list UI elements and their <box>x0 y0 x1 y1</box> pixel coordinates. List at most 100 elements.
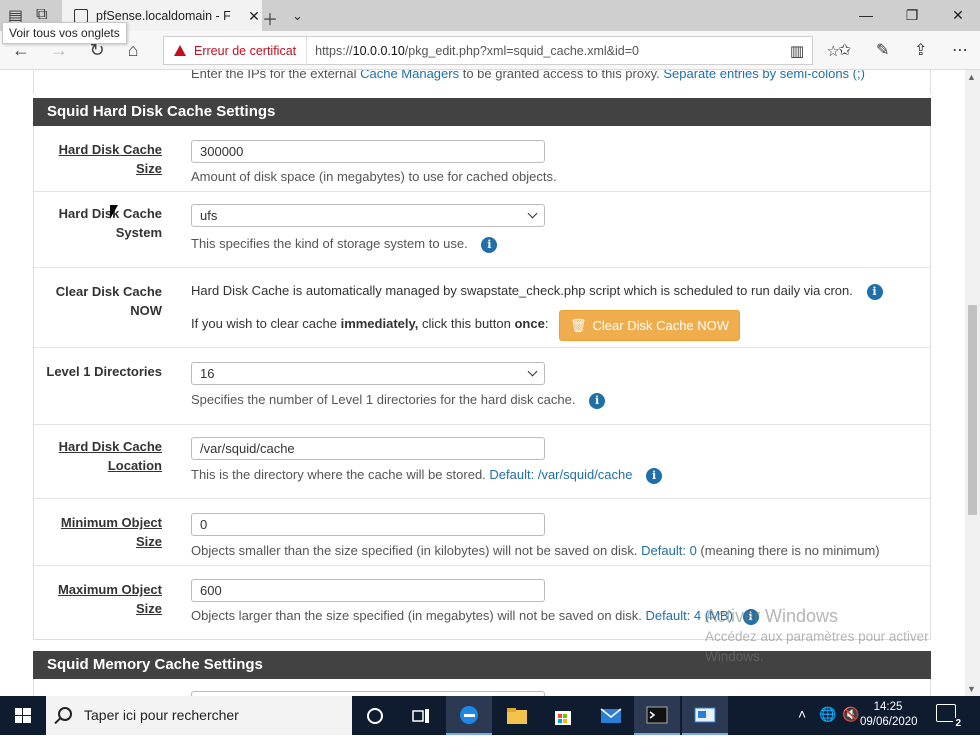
label-line: System <box>115 225 162 240</box>
search-placeholder: Taper ici pour rechercher <box>84 707 239 723</box>
cert-error-label: Erreur de certificat <box>194 43 297 58</box>
help-default: Default: /var/squid/cache <box>489 467 633 482</box>
clock-date: 09/06/2020 <box>860 716 918 728</box>
info-icon[interactable]: i <box>866 283 883 300</box>
help-emphasis: once <box>514 316 545 331</box>
max-object-input[interactable]: 600 <box>191 579 545 602</box>
hdd-system-help: This specifies the kind of storage syste… <box>191 236 498 253</box>
max-object-label[interactable]: Maximum Object Size <box>58 580 162 618</box>
section-header-hdd: Squid Hard Disk Cache Settings <box>33 98 931 126</box>
help-text: Enter the IPs for the external <box>191 70 361 81</box>
help-text: to be granted access to this proxy. <box>459 70 664 81</box>
label-line: Location <box>107 458 162 473</box>
help-text: Objects larger than the size specified (… <box>191 608 646 623</box>
pen-icon[interactable]: ✎ <box>876 40 889 60</box>
window-close-icon[interactable]: ✕ <box>938 4 978 26</box>
cache-managers-link[interactable]: Cache Managers <box>360 70 459 81</box>
start-button[interactable] <box>0 696 46 735</box>
edge-browser-icon[interactable] <box>446 696 492 735</box>
scroll-up-icon[interactable]: ▲ <box>967 72 976 82</box>
tab-title: pfSense.localdomain - F <box>96 8 231 23</box>
help-text: : <box>544 316 549 331</box>
certificate-error[interactable]: Erreur de certificat <box>164 37 308 64</box>
hdd-size-help: Amount of disk space (in megabytes) to u… <box>191 169 557 184</box>
clear-cache-label: Clear Disk Cache NOW <box>56 282 162 320</box>
volume-muted-icon[interactable]: 🔇 <box>842 706 859 723</box>
url-field[interactable]: Erreur de certificat https://10.0.0.10/p… <box>163 36 840 65</box>
clear-cache-instruction: If you wish to clear cache immediately, … <box>191 316 548 331</box>
tab-list-chevron-icon[interactable]: ⌄ <box>292 8 303 24</box>
mail-icon[interactable] <box>588 696 634 735</box>
tab-bar: ▤ ⧉ pfSense.localdomain - F ✕ ＋ ⌄ — ❐ ✕ <box>0 0 980 31</box>
minimize-icon[interactable]: — <box>846 4 886 26</box>
clear-cache-help: Hard Disk Cache is automatically managed… <box>191 283 883 300</box>
system-clock[interactable]: 14:25 09/06/2020 <box>860 700 918 730</box>
row-hdd-size: Hard Disk Cache Size 300000 Amount of di… <box>34 126 930 192</box>
share-icon[interactable]: ⇪ <box>914 40 927 60</box>
row-hdd-system: Hard Disk Cache System ufs This specifie… <box>34 192 930 268</box>
clock-time: 14:25 <box>873 701 903 713</box>
location-input[interactable]: /var/squid/cache <box>191 437 545 460</box>
label-line: Size <box>135 601 162 616</box>
tabs-tooltip: Voir tous vos onglets <box>2 22 127 44</box>
favorites-list-icon[interactable]: ✩ <box>838 40 851 60</box>
help-default: Default: 0 <box>641 543 697 558</box>
close-tab-icon[interactable]: ✕ <box>246 8 262 25</box>
action-center-icon[interactable]: 2 <box>936 704 963 729</box>
info-icon[interactable]: i <box>481 236 498 253</box>
label-line: Clear Disk Cache <box>55 284 162 299</box>
chevron-down-icon <box>527 208 538 219</box>
reading-view-icon[interactable]: ▥ <box>790 42 804 60</box>
page-scrollbar[interactable]: ▲ ▼ <box>965 70 980 696</box>
network-icon[interactable]: 🌐 <box>819 706 836 723</box>
row-min-object: Minimum Object Size 0 Objects smaller th… <box>34 499 930 566</box>
label-line: Hard Disk Cache <box>58 439 162 454</box>
page-favicon-icon <box>74 8 88 23</box>
level1-select[interactable]: 16 <box>191 362 545 385</box>
row-clear-cache: Clear Disk Cache NOW Hard Disk Cache is … <box>34 268 930 348</box>
help-text: (meaning there is no minimum) <box>696 543 880 558</box>
label-line: NOW <box>130 303 162 318</box>
activation-watermark: Activer Windows Accédez aux paramètres p… <box>705 606 929 667</box>
hdd-system-select[interactable]: ufs <box>191 204 545 227</box>
url-path: /pkg_edit.php?xml=squid_cache.xml&id=0 <box>404 43 639 58</box>
info-icon[interactable]: i <box>589 392 606 409</box>
remote-desktop-icon[interactable] <box>682 696 728 735</box>
min-object-input[interactable]: 0 <box>191 513 545 536</box>
search-icon <box>58 707 72 721</box>
location-label[interactable]: Hard Disk Cache Location <box>59 437 162 475</box>
maximize-icon[interactable]: ❐ <box>892 4 932 26</box>
level1-label: Level 1 Directories <box>46 364 162 379</box>
min-object-help: Objects smaller than the size specified … <box>191 543 880 558</box>
file-explorer-icon[interactable] <box>494 696 540 735</box>
clear-disk-cache-button[interactable]: 🗑 Clear Disk Cache NOW <box>559 310 741 341</box>
more-icon[interactable]: ⋯ <box>952 40 968 60</box>
page-viewport: Enter the IPs for the external Cache Man… <box>0 70 965 696</box>
watermark-text: Accédez aux paramètres pour activer <box>705 629 929 644</box>
task-view-icon[interactable] <box>398 696 444 735</box>
min-object-label[interactable]: Minimum Object Size <box>61 513 162 551</box>
cache-managers-help: Enter the IPs for the external Cache Man… <box>191 70 865 81</box>
label-line: Size <box>135 161 162 176</box>
hdd-size-input[interactable]: 300000 <box>191 140 545 163</box>
terminal-icon[interactable] <box>634 696 680 735</box>
new-tab-icon[interactable]: ＋ <box>262 6 278 30</box>
button-label: Clear Disk Cache NOW <box>592 318 730 333</box>
location-help: This is the directory where the cache wi… <box>191 467 663 484</box>
cortana-icon[interactable] <box>352 696 398 735</box>
help-text: Objects smaller than the size specified … <box>191 543 642 558</box>
info-icon[interactable]: i <box>646 467 663 484</box>
scroll-thumb[interactable] <box>968 305 977 515</box>
label-line: Hard Disk Cache <box>58 142 162 157</box>
tray-chevron-icon[interactable]: ˄ <box>798 706 806 722</box>
scroll-down-icon[interactable]: ▼ <box>967 684 976 694</box>
taskbar-search[interactable]: Taper ici pour rechercher <box>46 696 352 735</box>
max-object-help: Objects larger than the size specified (… <box>191 608 759 625</box>
store-icon[interactable] <box>540 696 586 735</box>
hdd-size-label[interactable]: Hard Disk Cache Size <box>59 140 162 178</box>
select-value: 16 <box>200 366 215 381</box>
help-text: click this button <box>418 316 515 331</box>
url-text[interactable]: https://10.0.0.10/pkg_edit.php?xml=squid… <box>307 44 639 58</box>
help-text: This is the directory where the cache wi… <box>191 467 490 482</box>
help-text: If you wish to clear cache <box>191 316 341 331</box>
